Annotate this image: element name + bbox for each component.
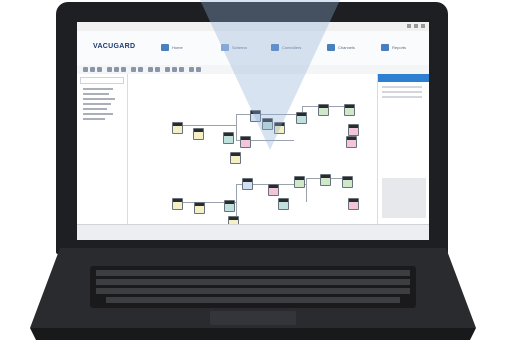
preview-box [382, 178, 426, 218]
cut-icon[interactable] [107, 67, 112, 72]
nav-tab-label: Controllers [282, 44, 302, 50]
tree-item[interactable] [83, 103, 111, 105]
diagram-node[interactable] [318, 104, 329, 116]
nav-tab-channels[interactable]: Channels [327, 41, 355, 53]
nav-tab-label: Schema [232, 44, 247, 50]
nav-tab-reports[interactable]: Reports [381, 41, 406, 53]
play-icon[interactable] [189, 67, 194, 72]
maximize-icon[interactable] [414, 24, 418, 28]
undo-icon[interactable] [131, 67, 136, 72]
diagram-node[interactable] [224, 200, 235, 212]
diagram-node[interactable] [230, 152, 241, 164]
zoom-in-icon[interactable] [148, 67, 153, 72]
stop-icon[interactable] [196, 67, 201, 72]
schema-icon [221, 43, 229, 51]
component-tree-panel [77, 74, 128, 224]
nav-tab-home[interactable]: Home [161, 41, 183, 53]
app-logo: VACUGARD [93, 43, 136, 50]
diagram-node[interactable] [342, 176, 353, 188]
diagram-node[interactable] [242, 178, 253, 190]
minimize-icon[interactable] [407, 24, 411, 28]
reports-icon [381, 43, 389, 51]
diagram-node[interactable] [250, 110, 261, 122]
diagram-node[interactable] [274, 122, 285, 134]
diagram-node[interactable] [348, 124, 359, 136]
property-row[interactable] [382, 86, 422, 88]
controllers-icon [271, 43, 279, 51]
align-icon[interactable] [165, 67, 170, 72]
diagram-node[interactable] [240, 136, 251, 148]
diagram-node[interactable] [348, 198, 359, 210]
property-row[interactable] [382, 91, 422, 93]
diagram-node[interactable] [268, 184, 279, 196]
tree-item[interactable] [83, 88, 113, 90]
paste-icon[interactable] [121, 67, 126, 72]
nav-tab-label: Reports [392, 44, 407, 50]
zoom-out-icon[interactable] [155, 67, 160, 72]
diagram-node[interactable] [194, 202, 205, 214]
diagram-node[interactable] [172, 122, 183, 134]
diagram-node[interactable] [223, 132, 234, 144]
nav-tab-controllers[interactable]: Controllers [271, 41, 301, 53]
tree-item[interactable] [83, 108, 107, 110]
tree-search-input[interactable] [80, 77, 124, 84]
nav-tab-label: Home [172, 44, 183, 50]
schema-canvas[interactable] [128, 74, 377, 228]
diagram-node[interactable] [193, 128, 204, 140]
grid-icon[interactable] [172, 67, 177, 72]
diagram-node[interactable] [346, 136, 357, 148]
tree-item[interactable] [83, 93, 109, 95]
laptop-screen: VACUGARD Home Schema Controllers Channel… [77, 22, 429, 240]
connector [236, 114, 302, 115]
diagram-node[interactable] [320, 174, 331, 186]
laptop-keyboard [30, 248, 476, 340]
new-icon[interactable] [83, 67, 88, 72]
connector [236, 184, 237, 216]
tree-item[interactable] [83, 113, 113, 115]
save-icon[interactable] [97, 67, 102, 72]
diagram-node[interactable] [172, 198, 183, 210]
diagram-node[interactable] [262, 118, 273, 130]
property-row[interactable] [382, 96, 422, 98]
nav-tab-schema[interactable]: Schema [221, 41, 247, 53]
channels-icon [327, 43, 335, 51]
status-bar [77, 224, 429, 240]
diagram-node[interactable] [294, 176, 305, 188]
properties-header [378, 74, 429, 82]
close-icon[interactable] [421, 24, 425, 28]
nav-tab-label: Channels [338, 44, 355, 50]
copy-icon[interactable] [114, 67, 119, 72]
diagram-node[interactable] [278, 198, 289, 210]
connector [176, 125, 236, 126]
link-icon[interactable] [179, 67, 184, 72]
home-icon [161, 43, 169, 51]
connector [306, 178, 307, 202]
laptop-scene: VACUGARD Home Schema Controllers Channel… [0, 0, 505, 347]
redo-icon[interactable] [138, 67, 143, 72]
properties-panel [377, 74, 429, 224]
connector [236, 114, 237, 140]
diagram-node[interactable] [344, 104, 355, 116]
app-navbar: VACUGARD Home Schema Controllers Channel… [77, 31, 429, 66]
open-icon[interactable] [90, 67, 95, 72]
tree-item[interactable] [83, 118, 105, 120]
tree-item[interactable] [83, 98, 115, 100]
diagram-node[interactable] [296, 112, 307, 124]
